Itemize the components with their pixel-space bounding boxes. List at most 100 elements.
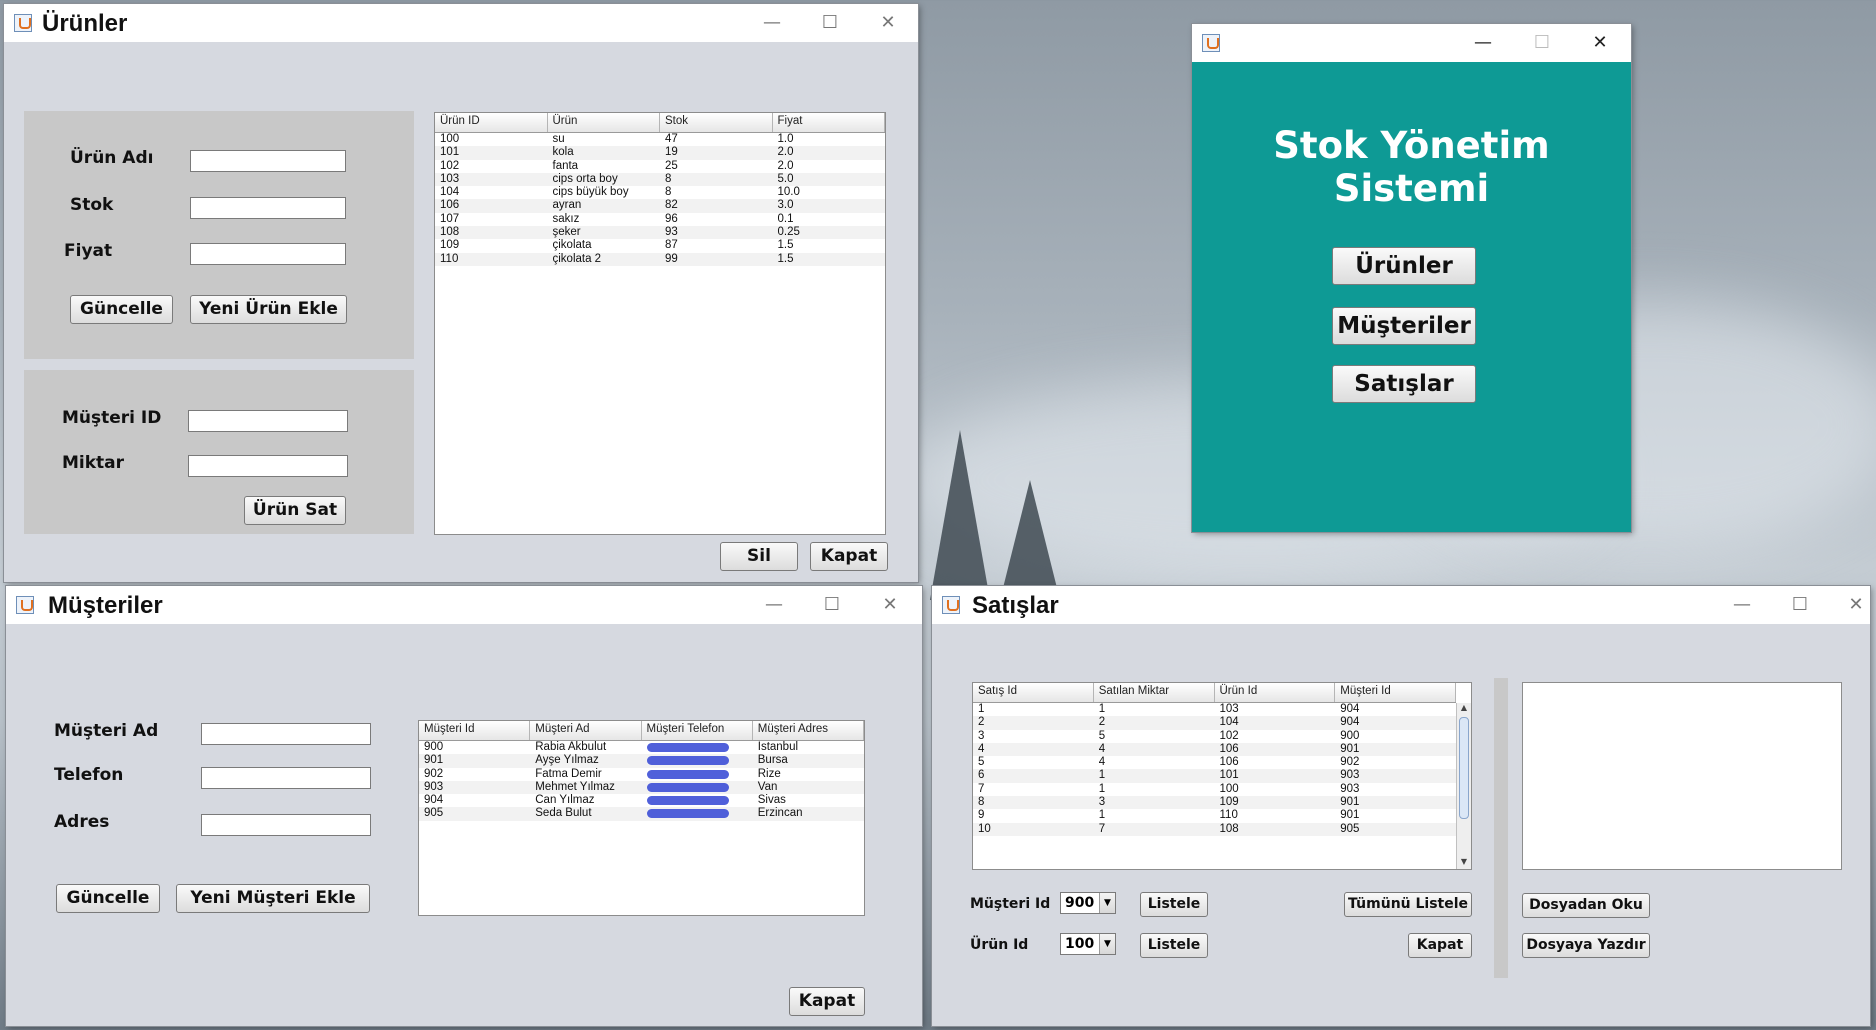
column-header[interactable]: Satış Id xyxy=(973,683,1094,702)
redaction-scribble xyxy=(646,756,729,766)
quantity-field[interactable] xyxy=(188,455,348,477)
sales-button[interactable]: Satışlar xyxy=(1332,365,1476,403)
list-all-button[interactable]: Tümünü Listele xyxy=(1344,892,1472,917)
table-row[interactable]: 100 su 47 1.0 xyxy=(435,133,885,146)
customers-table[interactable]: Müşteri Id Müşteri Ad Müşteri Telefon Mü… xyxy=(418,720,865,916)
product-id-combo[interactable]: 100 ▼ xyxy=(1060,933,1116,955)
table-row[interactable]: 109 çikolata 87 1.5 xyxy=(435,239,885,252)
write-file-button[interactable]: Dosyaya Yazdır xyxy=(1522,933,1650,958)
products-table[interactable]: Ürün ID Ürün Stok Fiyat 100 su 47 1.0 101 kol… xyxy=(434,112,886,535)
close-icon[interactable]: ✕ xyxy=(870,592,910,618)
scroll-up-icon[interactable]: ▲ xyxy=(1457,703,1471,715)
minimize-icon[interactable]: — xyxy=(1463,30,1503,56)
product-name-field[interactable] xyxy=(190,150,346,172)
column-header[interactable]: Müşteri Telefon xyxy=(642,721,753,740)
table-row[interactable]: 902 Fatma Demir Rize xyxy=(419,768,864,781)
table-row[interactable]: 101 kola 19 2.0 xyxy=(435,146,885,160)
maximize-icon[interactable]: ☐ xyxy=(810,10,850,36)
sales-table[interactable]: Satış Id Satılan Miktar Ürün Id Müşteri … xyxy=(972,682,1472,870)
table-row[interactable]: 4 4 106 901 xyxy=(973,742,1456,757)
table-row[interactable]: 3 5 102 900 xyxy=(973,730,1456,743)
close-button[interactable]: Kapat xyxy=(1408,933,1472,958)
table-cell: Rize xyxy=(757,767,781,780)
delete-button[interactable]: Sil xyxy=(720,542,798,571)
column-header[interactable]: Müşteri Id xyxy=(419,721,531,740)
sales-window-title: Satışlar xyxy=(972,592,1059,619)
minimize-icon[interactable]: — xyxy=(1722,592,1762,618)
update-product-button[interactable]: Güncelle xyxy=(70,295,173,324)
table-cell: Seda Bulut xyxy=(535,807,592,820)
table-row[interactable]: 104 cips büyük boy 8 10.0 xyxy=(435,186,885,199)
table-row[interactable]: 901 Ayşe Yılmaz Bursa xyxy=(419,754,864,768)
table-row[interactable]: 903 Mehmet Yılmaz Van xyxy=(419,780,864,795)
minimize-icon[interactable]: — xyxy=(754,592,794,618)
file-output-area[interactable] xyxy=(1522,682,1842,870)
column-header[interactable]: Fiyat xyxy=(773,113,885,132)
table-row[interactable]: 106 ayran 82 3.0 xyxy=(435,199,885,213)
maximize-icon[interactable]: ☐ xyxy=(812,592,852,618)
table-row[interactable]: 2 2 104 904 xyxy=(973,716,1456,730)
close-button[interactable]: Kapat xyxy=(789,987,865,1016)
column-header[interactable]: Müşteri Id xyxy=(1335,683,1456,702)
read-file-button[interactable]: Dosyadan Oku xyxy=(1522,893,1650,918)
table-row[interactable]: 900 Rabia Akbulut İstanbul xyxy=(419,741,864,754)
customer-id-field[interactable] xyxy=(188,410,348,432)
table-cell: 2 xyxy=(978,716,985,729)
column-header[interactable]: Müşteri Adres xyxy=(753,721,864,740)
column-header[interactable]: Ürün xyxy=(548,113,660,132)
stock-field[interactable] xyxy=(190,197,346,219)
table-cell: 901 xyxy=(424,754,444,767)
add-customer-button[interactable]: Yeni Müşteri Ekle xyxy=(176,884,370,913)
table-row[interactable]: 5 4 106 902 xyxy=(973,756,1456,769)
close-icon[interactable]: ✕ xyxy=(1580,30,1620,56)
customer-id-combo[interactable]: 900 ▼ xyxy=(1060,892,1116,914)
table-cell: 110 xyxy=(1219,809,1238,822)
list-by-product-button[interactable]: Listele xyxy=(1140,933,1208,958)
customers-button[interactable]: Müşteriler xyxy=(1332,307,1476,345)
add-product-button[interactable]: Yeni Ürün Ekle xyxy=(190,295,347,324)
customer-name-field[interactable] xyxy=(201,723,371,745)
table-row[interactable]: 107 sakız 96 0.1 xyxy=(435,213,885,226)
table-row[interactable]: 8 3 109 901 xyxy=(973,796,1456,810)
table-row[interactable]: 6 1 101 903 xyxy=(973,769,1456,783)
minimize-icon[interactable]: — xyxy=(752,10,792,36)
table-cell: 110 xyxy=(440,252,459,265)
sales-table-scrollbar[interactable]: ▲ ▼ xyxy=(1456,703,1471,869)
price-field[interactable] xyxy=(190,243,346,265)
table-row[interactable]: 108 şeker 93 0.25 xyxy=(435,226,885,240)
phone-field[interactable] xyxy=(201,767,371,789)
table-row[interactable]: 9 1 110 901 xyxy=(973,809,1456,822)
table-row[interactable]: 110 çikolata 2 99 1.5 xyxy=(435,252,885,266)
table-row[interactable]: 7 1 100 903 xyxy=(973,783,1456,796)
scroll-thumb[interactable] xyxy=(1459,717,1469,819)
redaction-scribble xyxy=(646,743,729,752)
table-row[interactable]: 103 cips orta boy 8 5.0 xyxy=(435,172,885,187)
redacted-phone-cell xyxy=(642,741,753,754)
scroll-down-icon[interactable]: ▼ xyxy=(1457,857,1471,869)
update-customer-button[interactable]: Güncelle xyxy=(56,884,160,913)
chevron-down-icon[interactable]: ▼ xyxy=(1099,893,1115,913)
table-cell: 101 xyxy=(440,146,460,159)
products-button[interactable]: Ürünler xyxy=(1332,247,1476,285)
table-row[interactable]: 904 Can Yılmaz Sivas xyxy=(419,794,864,807)
table-row[interactable]: 102 fanta 25 2.0 xyxy=(435,160,885,173)
sell-product-button[interactable]: Ürün Sat xyxy=(244,496,346,525)
column-header[interactable]: Stok xyxy=(660,113,773,132)
maximize-icon[interactable]: ☐ xyxy=(1780,592,1820,618)
column-header[interactable]: Ürün ID xyxy=(435,113,548,132)
table-row[interactable]: 1 1 103 904 xyxy=(973,703,1456,716)
address-field[interactable] xyxy=(201,814,371,836)
table-cell: 2.0 xyxy=(777,146,794,159)
close-button[interactable]: Kapat xyxy=(810,542,888,571)
column-header[interactable]: Satılan Miktar xyxy=(1094,683,1215,702)
table-row[interactable]: 10 7 108 905 xyxy=(973,822,1456,836)
list-by-customer-button[interactable]: Listele xyxy=(1140,892,1208,917)
table-cell: 109 xyxy=(440,239,460,252)
column-header[interactable]: Ürün Id xyxy=(1215,683,1336,702)
chevron-down-icon[interactable]: ▼ xyxy=(1099,934,1115,954)
table-row[interactable]: 905 Seda Bulut Erzincan xyxy=(419,807,864,821)
column-header[interactable]: Müşteri Ad xyxy=(530,721,642,740)
close-icon[interactable]: ✕ xyxy=(868,10,908,36)
separator xyxy=(1494,678,1508,978)
close-icon[interactable]: ✕ xyxy=(1836,592,1870,618)
